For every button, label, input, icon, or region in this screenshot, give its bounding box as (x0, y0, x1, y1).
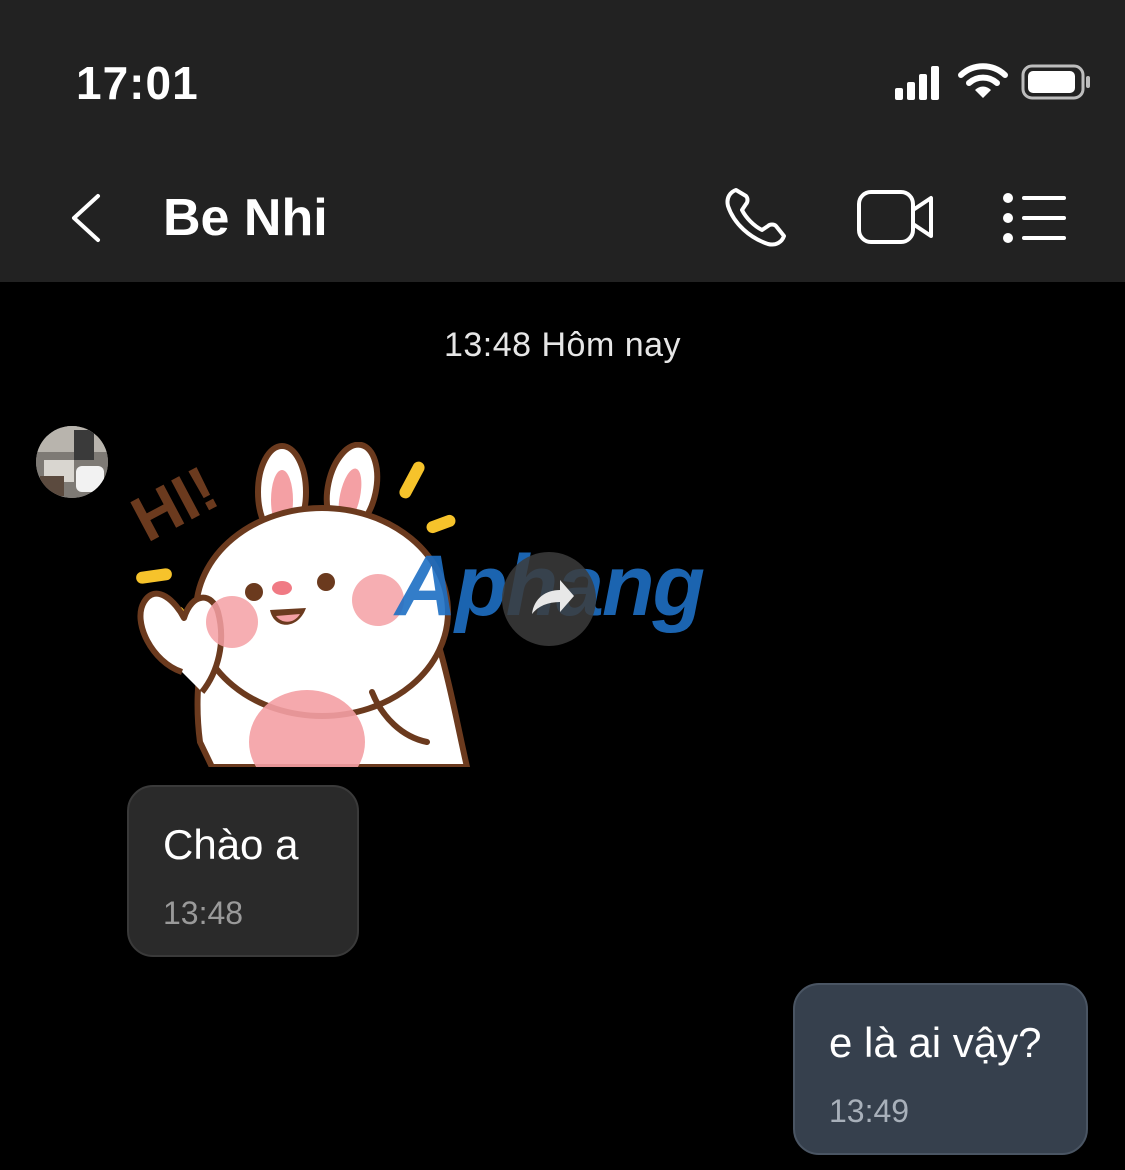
message-time: 13:48 (163, 895, 244, 931)
wifi-icon (958, 63, 1008, 98)
sticker-hi-text: HI! (122, 452, 229, 556)
message-time: 13:49 (829, 1093, 910, 1129)
share-forward-button[interactable] (502, 552, 596, 646)
share-forward-icon (532, 580, 574, 614)
outgoing-message-bubble[interactable]: e là ai vậy? 13:49 (793, 983, 1088, 1155)
avatar[interactable] (36, 426, 108, 498)
video-camera-icon[interactable] (855, 186, 937, 248)
conversation-area[interactable]: 13:48 Hôm nay HI! Chào a 13:48 e là ai v… (0, 282, 1125, 1170)
incoming-message-bubble[interactable]: Chào a 13:48 (127, 785, 359, 957)
cellular-signal-icon (893, 64, 945, 100)
status-time: 17:01 (76, 57, 199, 109)
date-separator: 13:48 Hôm nay (443, 326, 682, 364)
phone-icon[interactable] (722, 184, 792, 248)
list-menu-icon[interactable] (1000, 190, 1070, 246)
message-text: Chào a (163, 821, 299, 868)
chat-header: Be Nhi (0, 150, 1125, 282)
message-text: e là ai vậy? (829, 1019, 1042, 1066)
contact-name[interactable]: Be Nhi (163, 188, 328, 248)
status-bar: 17:01 (0, 0, 1125, 150)
battery-icon (1021, 64, 1090, 100)
chevron-left-icon[interactable] (60, 190, 116, 246)
